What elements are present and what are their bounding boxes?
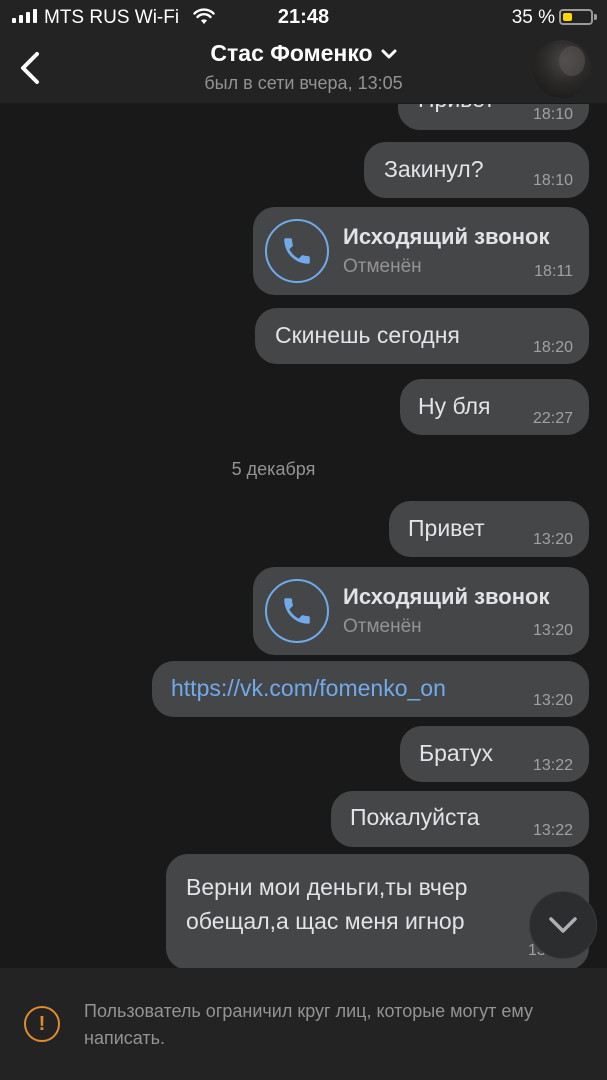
call-message[interactable]: Исходящий звонок Отменён 13:20: [253, 567, 589, 655]
message-time: 18:20: [532, 339, 573, 356]
message-time: 18:10: [532, 106, 573, 123]
message-bubble[interactable]: Привет 13:20: [389, 501, 589, 557]
call-status: Отменён: [343, 256, 422, 277]
call-message[interactable]: Исходящий звонок Отменён 18:11: [253, 207, 589, 295]
date-label: 5 декабря: [231, 459, 316, 479]
message-text: Верни мои деньги,ты вчер обещал,а щас ме…: [186, 870, 546, 938]
call-title: Исходящий звонок: [343, 224, 550, 249]
message-text: Пожалуйста: [350, 804, 480, 830]
message-text: Братух: [419, 740, 493, 766]
last-seen-status: был в сети вчера, 13:05: [204, 73, 403, 93]
back-button[interactable]: [10, 46, 50, 90]
message-link[interactable]: https://vk.com/fomenko_on: [171, 675, 446, 702]
message-bubble[interactable]: Закинул? 18:10: [364, 142, 589, 198]
message-bubble[interactable]: Скинешь сегодня 18:20: [255, 308, 589, 364]
message-time: 18:10: [532, 172, 573, 189]
scroll-down-button[interactable]: [529, 891, 597, 959]
message-time: 13:20: [532, 622, 573, 639]
message-text: Закинул?: [384, 156, 484, 182]
contact-name: Стас Фоменко: [210, 40, 373, 66]
message-line: Верни мои деньги,ты вчер: [186, 874, 468, 900]
call-status: Отменён: [343, 616, 422, 637]
message-bubble[interactable]: https://vk.com/fomenko_on 13:20: [152, 661, 589, 717]
message-bubble[interactable]: Братух 13:22: [400, 726, 589, 782]
restriction-banner: ! Пользователь ограничил круг лиц, котор…: [0, 968, 607, 1080]
message-time: 13:22: [532, 822, 573, 839]
message-text: Скинешь сегодня: [275, 322, 460, 348]
chevron-down-icon: [381, 49, 397, 58]
message-text: Привет: [418, 104, 495, 113]
message-time: 13:20: [532, 531, 573, 548]
message-bubble[interactable]: Пожалуйста 13:22: [331, 791, 589, 847]
avatar[interactable]: [533, 40, 591, 98]
message-bubble[interactable]: Ну бля 22:27: [400, 379, 589, 435]
chat-header: Стас Фоменко был в сети вчера, 13:05: [0, 36, 607, 104]
battery-percent: 35 %: [511, 7, 555, 28]
message-time: 13:20: [532, 692, 573, 709]
battery-icon: [559, 9, 597, 25]
chevron-left-icon: [21, 52, 39, 84]
message-bubble[interactable]: Верни мои деньги,ты вчер обещал,а щас ме…: [166, 854, 589, 968]
status-bar: MTS RUS Wi-Fi 21:48 35 %: [0, 0, 607, 36]
message-time: 22:27: [532, 410, 573, 427]
message-time: 13:22: [532, 757, 573, 774]
message-list[interactable]: Привет 18:10 Закинул? 18:10 Исходящий зв…: [0, 104, 607, 968]
message-text: Привет: [408, 515, 485, 541]
restriction-text: Пользователь ограничил круг лиц, которые…: [84, 1001, 533, 1048]
phone-icon: [265, 219, 329, 283]
chevron-down-icon: [549, 917, 577, 933]
call-title: Исходящий звонок: [343, 584, 550, 609]
message-bubble[interactable]: Привет 18:10: [398, 104, 589, 130]
message-line: обещал,а щас меня игнор: [186, 908, 465, 934]
phone-icon: [265, 579, 329, 643]
contact-info[interactable]: Стас Фоменко был в сети вчера, 13:05: [120, 40, 487, 94]
exclamation-circle-icon: !: [24, 1006, 60, 1042]
message-time: 18:11: [534, 263, 573, 280]
message-text: Ну бля: [418, 393, 491, 419]
date-separator: 5 декабря: [0, 459, 607, 480]
battery-level: [563, 13, 572, 21]
